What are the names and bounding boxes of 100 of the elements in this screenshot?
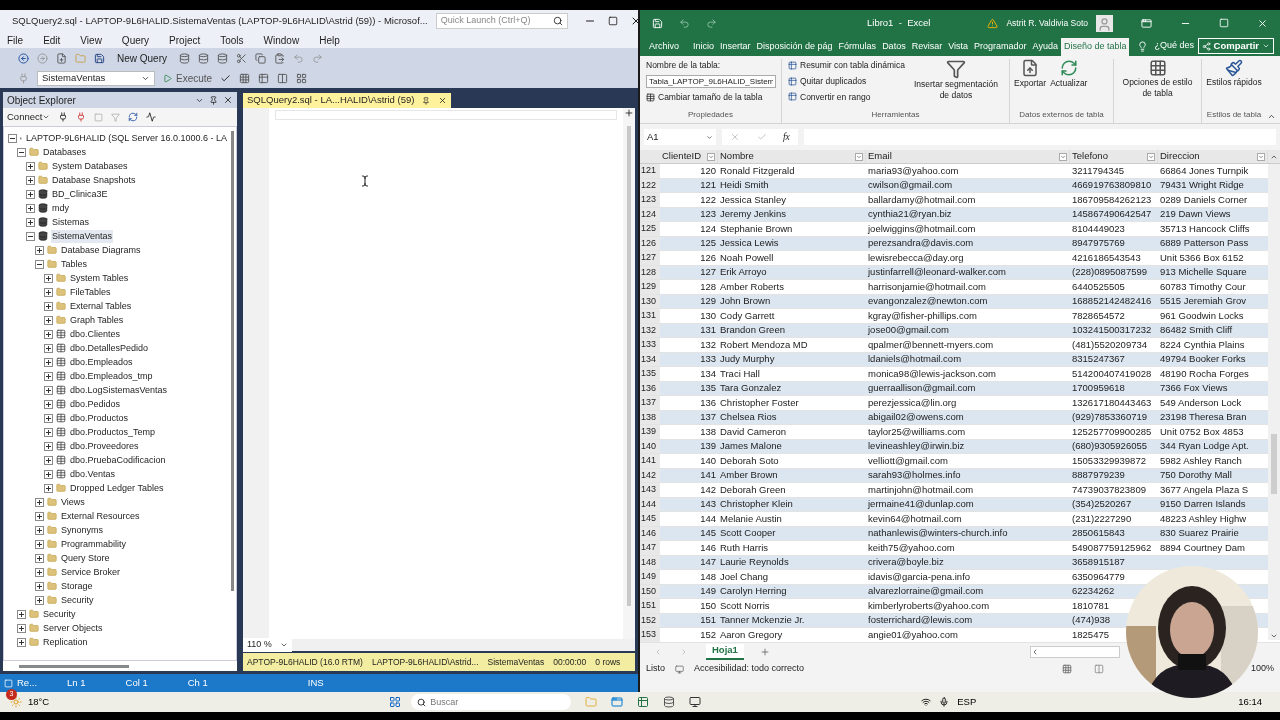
ribbon-tab[interactable]: Ayuda [1029, 38, 1061, 56]
table-cell-text: keith75@yahoo.com [867, 540, 956, 555]
name-box[interactable]: A1 [644, 129, 716, 145]
tree-item[interactable]: FileTables [69, 285, 112, 299]
connect-button[interactable]: Connect [7, 109, 51, 125]
tree-item[interactable]: dbo.Productos_Temp [69, 425, 157, 439]
menu-item[interactable]: Edit [43, 32, 61, 48]
style-options-button[interactable]: Opciones de estilo de tabla [1118, 59, 1197, 99]
database-dropdown[interactable]: SistemaVentas [37, 70, 155, 86]
column-header[interactable]: ClienteID [660, 150, 718, 163]
table-cell-text: 66864 Jones Turnpik [1159, 163, 1250, 178]
table-cell-text: 74739037823809 [1071, 482, 1147, 497]
table-cell-text: cynthia21@ryan.biz [867, 207, 953, 222]
tree-item[interactable]: SistemaVentas [51, 229, 114, 243]
ribbon-tab[interactable]: Inicio [690, 38, 718, 56]
menu-item[interactable]: Help [319, 32, 340, 48]
tree-item[interactable]: Views [60, 495, 86, 509]
tree-item[interactable]: BD_Clinica3E [51, 187, 109, 201]
ribbon-tab[interactable]: Archivo [646, 38, 682, 56]
ribbon-command[interactable]: Convertir en rango [788, 90, 905, 104]
tree-item[interactable]: Security [60, 593, 95, 607]
menu-item[interactable]: File [7, 32, 24, 48]
ribbon-tab[interactable]: Datos [879, 38, 909, 56]
tree-item[interactable]: Programmability [60, 537, 128, 551]
tree-item[interactable]: LAPTOP-9L6HALID (SQL Server 16.0.1000.6 - LA [24, 131, 228, 145]
tree-item[interactable]: dbo.Productos [69, 411, 130, 425]
export-button[interactable]: Exportar [1014, 59, 1047, 90]
ribbon-tab[interactable]: Insertar [717, 38, 754, 56]
tree-item[interactable]: dbo.LogSistemasVentas [69, 383, 169, 397]
clock[interactable]: 16:14 [1238, 694, 1262, 710]
zoom-dropdown[interactable]: 110 % [243, 638, 292, 652]
tree-item[interactable]: Replication [42, 635, 89, 649]
ribbon-command[interactable]: Resumir con tabla dinámica [788, 59, 905, 72]
sheet-tab[interactable]: Hoja1 [706, 643, 744, 660]
tree-item[interactable]: System Databases [51, 159, 129, 173]
quick-launch-field[interactable]: Quick Launch (Ctrl+Q) [435, 13, 568, 29]
table-cell-text: 136 [699, 395, 717, 410]
ribbon-tab[interactable]: Diseño de tabla [1060, 38, 1130, 56]
accessibility-status[interactable]: Accesibilidad: todo correcto [694, 662, 805, 676]
window-title: SQLQuery2.sql - LAPTOP-9L6HALID.SistemaVentas (LAPTOP-9L6HALID\Astrid (59)) - Microsof... [12, 13, 428, 28]
table-name-field[interactable]: Tabla_LAPTOP_9L6HALID_Sistem [646, 74, 776, 88]
tree-item[interactable]: dbo.Empleados [69, 355, 134, 369]
ribbon-tab[interactable]: Vista [945, 38, 971, 56]
table-cell-text: John Brown [719, 294, 772, 309]
zoom-level[interactable]: 100% [1250, 662, 1274, 676]
row-number: 123 [640, 193, 660, 207]
ribbon-command[interactable]: Quitar duplicados [788, 74, 905, 88]
tree-item[interactable]: dbo.PruebaCodificacion [69, 453, 167, 467]
tree-item[interactable]: Tables [60, 257, 88, 271]
tree-item[interactable]: External Resources [60, 509, 141, 523]
column-header[interactable]: Nombre [718, 150, 866, 163]
resize-table-button[interactable]: Cambiar tamaño de la tabla [646, 90, 775, 104]
tree-item[interactable]: External Tables [69, 299, 133, 313]
editor-tab[interactable]: SQLQuery2.sql - LA...HALID\Astrid (59) [243, 93, 452, 108]
ribbon-tab[interactable]: Revisar [908, 38, 946, 56]
tree-item[interactable]: Synonyms [60, 523, 105, 537]
slicer-button[interactable]: Insertar segmentación de datos [908, 59, 1003, 104]
language-indicator[interactable]: ESP [957, 694, 977, 710]
tree-item[interactable]: Database Snapshots [51, 173, 137, 187]
refresh-button[interactable]: Actualizar [1050, 59, 1088, 90]
share-button[interactable]: Compartir [1197, 38, 1274, 54]
menu-item[interactable]: View [80, 32, 102, 48]
tree-item[interactable]: dbo.Pedidos [69, 397, 122, 411]
tree-item[interactable]: Query Store [60, 551, 111, 565]
tree-item[interactable]: dbo.Ventas [69, 467, 117, 481]
search-box[interactable]: Buscar [411, 694, 572, 710]
execute-button[interactable]: Execute [163, 70, 213, 86]
ribbon-tab[interactable]: Fórmulas [835, 38, 880, 56]
new-query-button[interactable]: New Query [113, 50, 171, 66]
function-button[interactable]: fx [782, 129, 790, 145]
tree-item[interactable]: dbo.DetallesPedido [69, 341, 150, 355]
quick-styles-button[interactable]: Estilos rápidos [1206, 59, 1262, 88]
column-header[interactable]: Telefono [1070, 150, 1158, 163]
tree-item[interactable]: Databases [42, 145, 88, 159]
ribbon-tab[interactable]: Disposición de pág [753, 38, 836, 56]
menu-item[interactable]: Tools [220, 32, 244, 48]
tree-item[interactable]: Storage [60, 579, 94, 593]
tree-item[interactable]: Security [42, 607, 77, 621]
tree-item[interactable]: Server Objects [42, 621, 104, 635]
tree-item[interactable]: System Tables [69, 271, 130, 285]
table-cell-text: kimberlyroberts@yahoo.com [867, 598, 991, 613]
tree-item[interactable]: dbo.Clientes [69, 327, 122, 341]
column-header[interactable]: Direccion [1158, 150, 1268, 163]
menu-item[interactable]: Window [263, 32, 300, 48]
column-header[interactable]: Email [866, 150, 1070, 163]
ribbon-tab[interactable]: Programador [971, 38, 1030, 56]
tell-me-field[interactable]: ¿Qué des [1154, 39, 1194, 53]
table-cell-text: Carolyn Herring [719, 584, 788, 599]
tree-item[interactable]: dbo.Proveedores [69, 439, 140, 453]
tree-item[interactable]: Sistemas [51, 215, 90, 229]
tree-item[interactable]: mdy [51, 201, 70, 215]
tree-item[interactable]: Service Broker [60, 565, 122, 579]
tree-item[interactable]: Graph Tables [69, 313, 125, 327]
table-cell-text: Deborah Soto [719, 453, 780, 468]
menu-item[interactable]: Query [121, 32, 150, 48]
tree-item[interactable]: Database Diagrams [60, 243, 142, 257]
tree-item[interactable]: Dropped Ledger Tables [69, 481, 165, 495]
menu-item[interactable]: Project [169, 32, 201, 48]
tree-item[interactable]: dbo.Empleados_tmp [69, 369, 154, 383]
search-field[interactable]: Buscar [430, 695, 531, 709]
